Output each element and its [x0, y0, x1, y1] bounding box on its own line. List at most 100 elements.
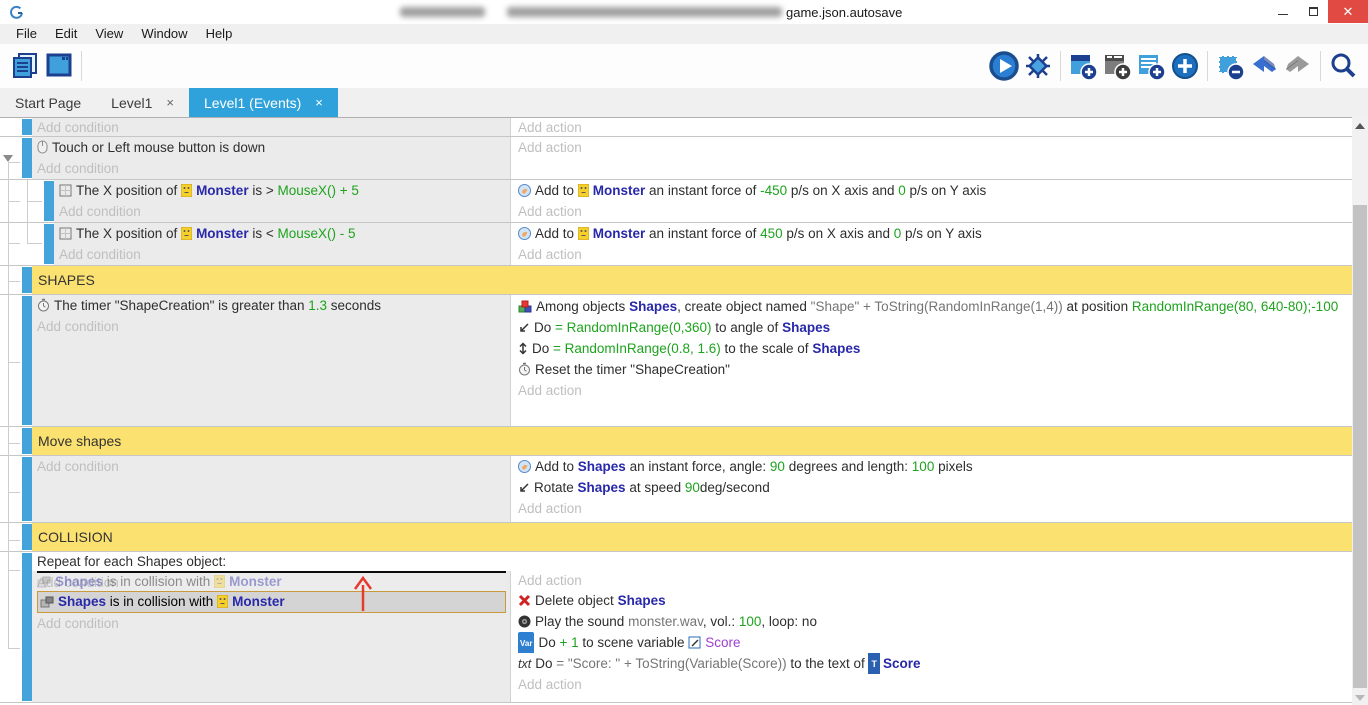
debug-button[interactable]	[1021, 49, 1055, 83]
scroll-up-icon[interactable]	[1355, 123, 1365, 129]
add-action-button[interactable]: Add action	[518, 201, 1352, 222]
event-bar	[22, 524, 32, 550]
project-manager-button[interactable]	[8, 49, 42, 83]
add-subevent-button[interactable]	[1134, 49, 1168, 83]
add-action-button[interactable]: Add action	[518, 244, 1352, 265]
add-condition-button[interactable]: Add condition	[59, 244, 510, 265]
delete-event-button[interactable]	[1213, 49, 1247, 83]
preview-button[interactable]	[987, 49, 1021, 83]
add-condition-button[interactable]: Add condition	[37, 316, 510, 337]
add-condition-button[interactable]: Add condition	[37, 118, 510, 137]
scrollbar-thumb[interactable]	[1353, 205, 1367, 688]
tab-close-icon[interactable]: ×	[315, 95, 323, 110]
action-create-object[interactable]: Among objects Shapes, create object name…	[518, 296, 1352, 317]
condition-collision-selected[interactable]: Shapes is in collision with Monster	[37, 591, 506, 613]
tree-line	[8, 443, 20, 444]
collision-icon	[37, 576, 51, 588]
menu-help[interactable]: Help	[197, 24, 242, 44]
add-action-button[interactable]: Add action	[518, 571, 1352, 590]
redo-button[interactable]	[1281, 49, 1315, 83]
tab-level1-events[interactable]: Level1 (Events) ×	[189, 88, 338, 117]
menu-window[interactable]: Window	[132, 24, 196, 44]
subevent-xpos-lt: The X position of Monster is < MouseX() …	[0, 223, 1352, 266]
action-delete-shapes[interactable]: Delete object Shapes	[518, 590, 1352, 611]
add-comment-button[interactable]	[1100, 49, 1134, 83]
add-event-button[interactable]	[1066, 49, 1100, 83]
scroll-down-icon[interactable]	[1355, 695, 1365, 701]
add-action-button[interactable]: Add action	[518, 380, 1352, 401]
event-bar	[22, 553, 32, 701]
action-random-angle[interactable]: Do = RandomInRange(0,360) to angle of Sh…	[518, 317, 1352, 338]
toolbar-separator	[1207, 51, 1208, 81]
bug-icon	[1022, 50, 1054, 82]
event-move-shapes: Add condition Add to Shapes an instant f…	[0, 456, 1352, 523]
add-action-button[interactable]: Add action	[518, 498, 1352, 519]
toolbar-separator	[81, 51, 82, 81]
delete-x-icon	[518, 594, 531, 607]
condition-xpos-gt[interactable]: The X position of Monster is > MouseX() …	[59, 180, 510, 201]
action-set-score-text[interactable]: txtDo = "Score: " + ToString(Variable(Sc…	[518, 653, 1352, 674]
add-condition-button[interactable]: Add condition	[37, 456, 510, 477]
collapse-arrow-icon[interactable]	[3, 155, 13, 162]
action-rotate-shapes[interactable]: Rotate Shapes at speed 90deg/second	[518, 477, 1352, 498]
search-button[interactable]	[1326, 49, 1360, 83]
tab-close-icon[interactable]: ×	[166, 95, 174, 110]
add-condition-button[interactable]: Add condition	[37, 158, 510, 179]
add-action-button[interactable]: Add action	[518, 674, 1352, 695]
action-reset-timer[interactable]: Reset the timer "ShapeCreation"	[518, 359, 1352, 380]
undo-icon	[1248, 50, 1280, 82]
add-circle-icon	[1169, 50, 1201, 82]
action-shapes-force[interactable]: Add to Shapes an instant force, angle: 9…	[518, 456, 1352, 477]
undo-button[interactable]	[1247, 49, 1281, 83]
scene-editor-button[interactable]	[42, 49, 76, 83]
group-shapes[interactable]: SHAPES	[0, 266, 1352, 295]
add-subevent-icon	[1135, 50, 1167, 82]
add-condition-button[interactable]: Add condition	[59, 201, 510, 222]
scene-editor-icon	[44, 51, 74, 81]
toolbar-separator	[1060, 51, 1061, 81]
dragged-condition-ghost[interactable]: Add condition Shapes is in collision wit…	[37, 571, 506, 591]
vertical-scrollbar[interactable]	[1352, 117, 1368, 705]
event-bar	[22, 138, 32, 178]
event-touch: Touch or Left mouse button is down Add c…	[0, 137, 1352, 180]
condition-xpos-lt[interactable]: The X position of Monster is < MouseX() …	[59, 223, 510, 244]
action-random-scale[interactable]: Do = RandomInRange(0.8, 1.6) to the scal…	[518, 338, 1352, 359]
timer-icon	[518, 362, 531, 376]
menu-edit[interactable]: Edit	[46, 24, 86, 44]
gdevelop-logo-icon	[9, 4, 25, 20]
action-force-left[interactable]: Add to Monster an instant force of -450 …	[518, 180, 1352, 201]
position-icon	[59, 184, 72, 197]
monster-object-icon	[181, 227, 192, 240]
tree-line	[27, 243, 42, 244]
add-other-event-button[interactable]	[1168, 49, 1202, 83]
action-increment-score[interactable]: VarDo + 1 to scene variable Score	[518, 632, 1352, 653]
condition-touch[interactable]: Touch or Left mouse button is down	[37, 137, 510, 158]
tree-line	[8, 201, 20, 202]
group-collision[interactable]: COLLISION	[0, 523, 1352, 552]
tree-line	[8, 362, 20, 363]
tab-level1[interactable]: Level1 ×	[96, 88, 189, 117]
create-object-icon	[518, 300, 532, 313]
minimize-button[interactable]	[1268, 0, 1298, 23]
close-button[interactable]: ✕	[1328, 0, 1368, 23]
action-force-right[interactable]: Add to Monster an instant force of 450 p…	[518, 223, 1352, 244]
tree-line	[8, 570, 20, 571]
maximize-icon	[1309, 7, 1318, 16]
add-condition-button[interactable]: Add condition	[37, 613, 510, 634]
group-move-shapes[interactable]: Move shapes	[0, 427, 1352, 456]
scene-variable-icon	[688, 636, 701, 649]
rotate-arrow-icon	[518, 482, 530, 494]
menu-file[interactable]: File	[7, 24, 46, 44]
tab-start-page[interactable]: Start Page	[0, 88, 96, 117]
menu-view[interactable]: View	[86, 24, 132, 44]
condition-timer[interactable]: The timer "ShapeCreation" is greater tha…	[37, 295, 510, 316]
add-action-button[interactable]: Add action	[518, 137, 1352, 158]
maximize-button[interactable]	[1298, 0, 1328, 23]
add-action-button[interactable]: Add action	[518, 118, 1352, 136]
repeat-label[interactable]: Repeat for each Shapes object:	[32, 552, 1352, 571]
tab-label: Level1 (Events)	[204, 95, 301, 111]
redacted-title-segment	[400, 7, 485, 17]
title-bar: game.json.autosave ✕	[0, 0, 1368, 24]
action-play-sound[interactable]: Play the sound monster.wav, vol.: 100, l…	[518, 611, 1352, 632]
toolbar-separator	[1320, 51, 1321, 81]
